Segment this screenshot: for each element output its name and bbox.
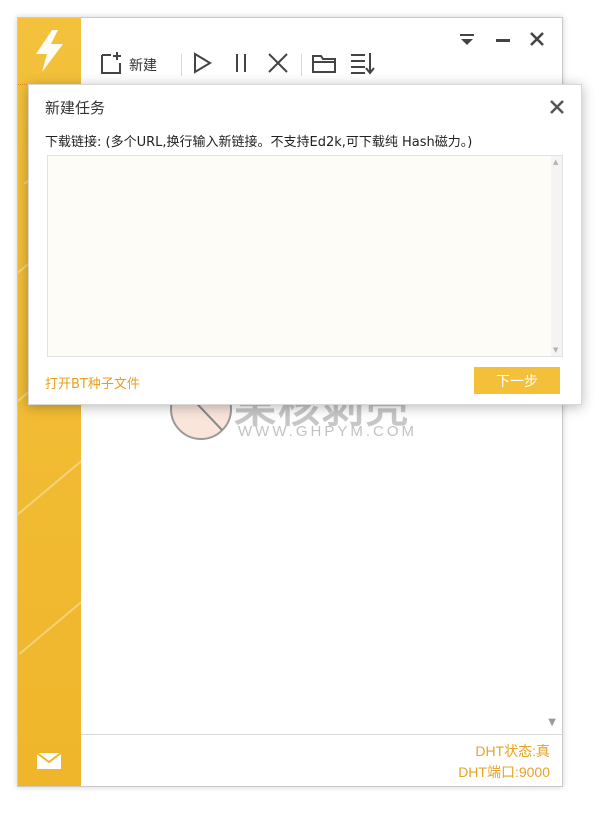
minimize-button[interactable] (494, 32, 512, 50)
start-icon (191, 51, 213, 79)
dht-port: DHT端口:9000 (458, 764, 550, 780)
status-bar: DHT状态:真 DHT端口:9000 (81, 734, 562, 786)
dht-status: DHT状态:真 (475, 743, 550, 759)
new-task-label: 新建 (129, 58, 157, 74)
new-task-button[interactable]: 新建 (99, 52, 157, 78)
start-button[interactable] (191, 52, 213, 78)
open-folder-button[interactable] (311, 52, 337, 78)
delete-button[interactable] (266, 52, 290, 78)
open-bt-torrent-link[interactable]: 打开BT种子文件 (45, 373, 140, 392)
toolbar-divider (301, 54, 302, 76)
delete-icon (266, 51, 290, 79)
sort-icon (349, 51, 375, 79)
toolbar-divider (181, 54, 182, 76)
scroll-down-arrow-icon[interactable]: ▼ (553, 346, 558, 354)
download-url-input[interactable] (47, 155, 563, 357)
close-icon (529, 31, 545, 51)
download-link-hint: 下载链接: (多个URL,换行输入新链接。不支持Ed2k,可下载纯 Hash磁力… (45, 135, 473, 150)
dialog-close-icon[interactable] (549, 99, 565, 115)
mail-icon[interactable] (36, 752, 62, 770)
dropdown-menu-button[interactable] (458, 32, 476, 50)
pause-button[interactable] (231, 52, 251, 78)
scroll-up-arrow-icon[interactable]: ▲ (553, 158, 558, 166)
input-scrollbar[interactable]: ▲ ▼ (551, 156, 562, 356)
close-button[interactable] (528, 32, 546, 50)
toolbar: 新建 (81, 18, 562, 85)
sort-button[interactable] (349, 52, 375, 78)
lightning-logo-icon (18, 18, 81, 85)
pause-icon (231, 51, 251, 79)
open-folder-icon (311, 51, 337, 79)
new-task-icon (99, 51, 123, 79)
minimize-icon (495, 32, 511, 51)
next-step-button[interactable]: 下一步 (474, 367, 560, 394)
new-task-dialog: 新建任务 下载链接: (多个URL,换行输入新链接。不支持Ed2k,可下载纯 H… (28, 84, 582, 405)
watermark-url: WWW.GHPYM.COM (238, 423, 417, 440)
dropdown-menu-icon (459, 32, 475, 51)
scroll-down-arrow-icon[interactable]: ▼ (548, 717, 556, 728)
dialog-title: 新建任务 (45, 99, 106, 117)
